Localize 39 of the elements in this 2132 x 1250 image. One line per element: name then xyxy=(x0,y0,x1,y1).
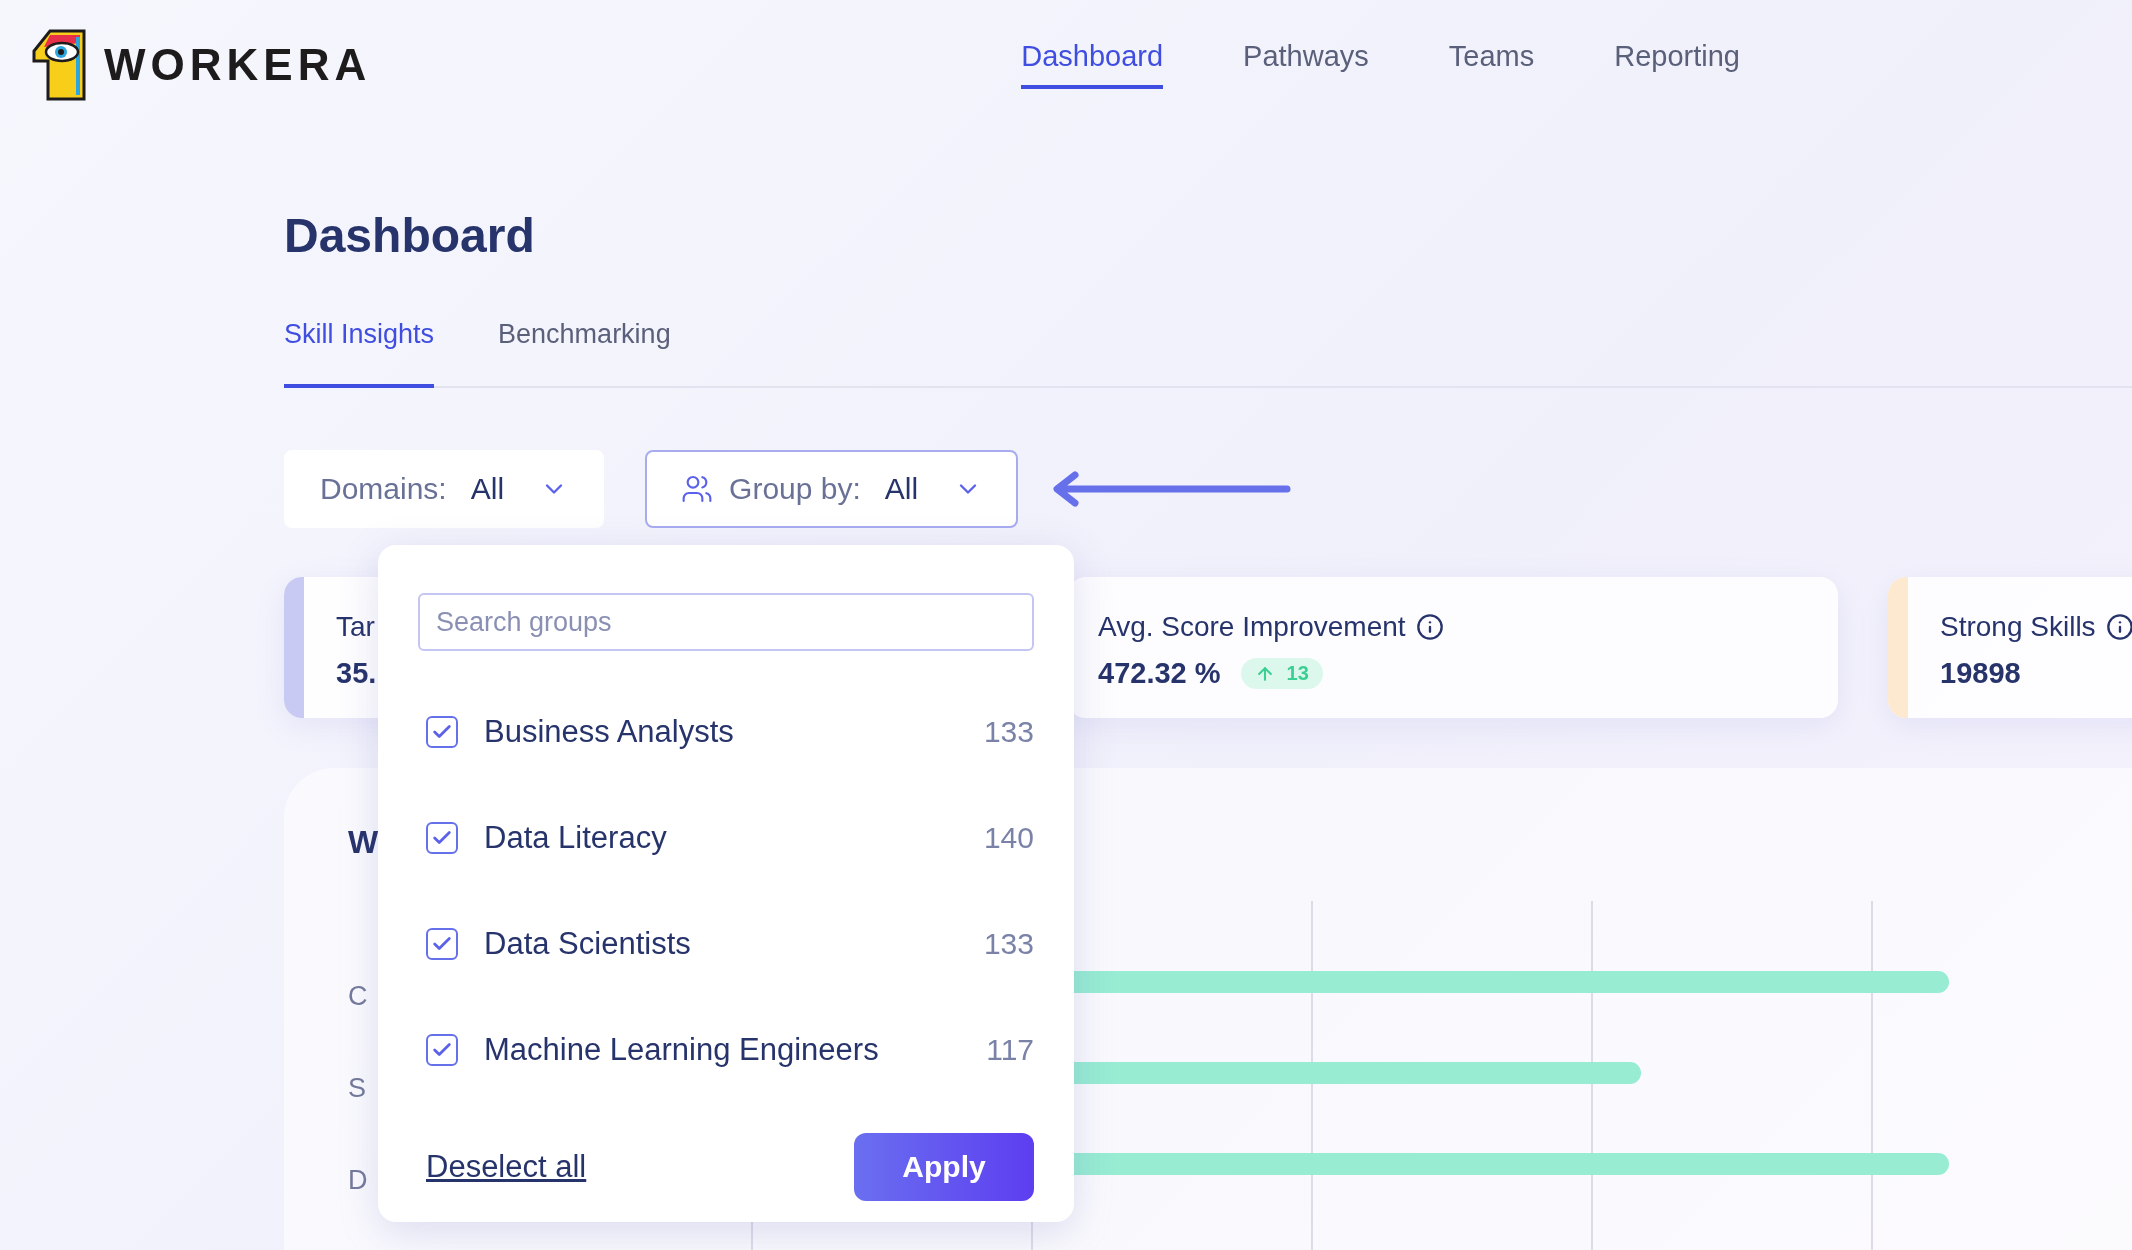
nav-link[interactable]: Teams xyxy=(1448,40,1535,89)
search-field[interactable]: Search groups xyxy=(418,593,1034,651)
left-arrow-icon xyxy=(1051,471,1292,507)
deselect-all-link[interactable]: Deselect all xyxy=(426,1149,587,1185)
group-name: Business Analysts xyxy=(484,714,735,750)
bar-label: S xyxy=(348,1073,366,1103)
group-name: Data Literacy xyxy=(484,820,668,856)
page-title: Dashboard xyxy=(284,208,536,263)
people-icon xyxy=(681,473,714,505)
stat-label: Tar xyxy=(336,611,375,643)
stat-label: Strong Skills xyxy=(1940,611,2096,643)
brand-name: WORKERA xyxy=(104,40,372,90)
stat-value: 35. xyxy=(336,657,377,690)
group-count: 140 xyxy=(983,821,1034,855)
group-count: 133 xyxy=(983,715,1034,749)
filter-dropdown[interactable]: Domains: All xyxy=(284,450,605,528)
apply-button[interactable]: Apply xyxy=(854,1133,1034,1201)
group-name: Machine Learning Engineers xyxy=(484,1032,880,1068)
filter-dropdown[interactable]: Group by: All xyxy=(645,450,1019,528)
checkbox[interactable] xyxy=(426,928,458,960)
stat-label: Avg. Score Improvement xyxy=(1098,611,1406,643)
group-count: 133 xyxy=(983,927,1034,961)
change-badge: 13 xyxy=(1240,658,1323,689)
group-name: Data Scientists xyxy=(484,926,692,962)
logo-icon xyxy=(30,29,86,101)
nav-link[interactable]: Reporting xyxy=(1614,40,1740,89)
checkbox[interactable] xyxy=(426,822,458,854)
tab[interactable]: Benchmarking xyxy=(498,319,671,388)
checkbox[interactable] xyxy=(426,716,458,748)
chart-title: W xyxy=(348,824,379,861)
stat-value: 472.32 % xyxy=(1098,657,1221,690)
nav-link[interactable]: Dashboard xyxy=(1021,40,1164,89)
group-count: 117 xyxy=(986,1033,1034,1067)
stat-value: 19898 xyxy=(1940,657,2021,690)
bar-label: C xyxy=(348,981,368,1011)
tab[interactable]: Skill Insights xyxy=(284,319,435,388)
checkbox[interactable] xyxy=(426,1034,458,1066)
bar-label: D xyxy=(348,1165,368,1195)
nav-link[interactable]: Pathways xyxy=(1243,40,1369,89)
